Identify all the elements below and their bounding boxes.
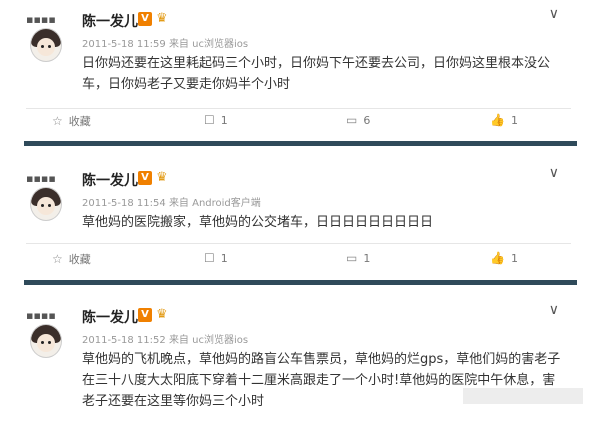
crown-icon: ♛	[156, 11, 168, 26]
post-source: 来自 uc浏览器ios	[168, 39, 249, 50]
comment-icon: ▭	[346, 113, 358, 127]
repost-icon: ☐	[204, 251, 215, 265]
favorite-label: 收藏	[68, 115, 91, 128]
crown-icon: ♛	[156, 170, 168, 185]
repost-count: 1	[220, 114, 228, 127]
verified-badge-icon: V	[138, 12, 152, 26]
divider	[26, 243, 571, 244]
like-button[interactable]: 👍 1	[490, 251, 518, 265]
post-content: 草他妈的医院搬家，草他妈的公交堵车，日日日日日日日日日	[82, 215, 434, 230]
post-source: 来自 Android客户端	[168, 198, 261, 209]
weibo-post-3: ▪▪▪▪ 陈一发儿 V ♛ ∨ 2011-5-18 11:52 来自 uc浏览器…	[0, 296, 597, 446]
avatar-dots: ▪▪▪▪	[26, 13, 56, 26]
avatar[interactable]	[30, 324, 62, 358]
comment-button[interactable]: ▭ 1	[346, 251, 370, 265]
post-time[interactable]: 2011-5-18 11:54	[82, 198, 166, 209]
thumbs-up-icon: 👍	[490, 113, 505, 127]
thumbs-up-icon: 👍	[490, 251, 505, 265]
like-count: 1	[510, 114, 518, 127]
username[interactable]: 陈一发儿	[82, 11, 138, 31]
avatar-dots: ▪▪▪▪	[26, 172, 56, 185]
repost-button[interactable]: ☐ 1	[204, 113, 228, 127]
avatar-block: ▪▪▪▪	[26, 172, 76, 221]
post-separator	[24, 280, 577, 285]
avatar-dots: ▪▪▪▪	[26, 309, 56, 322]
chevron-down-icon[interactable]: ∨	[549, 302, 559, 318]
favorite-button[interactable]: ☆ 收藏	[52, 113, 91, 129]
post-meta: 2011-5-18 11:59 来自 uc浏览器ios	[82, 35, 248, 50]
favorite-button[interactable]: ☆ 收藏	[52, 251, 91, 267]
favorite-label: 收藏	[68, 253, 91, 266]
post-content: 日你妈还要在这里耗起码三个小时，日你妈下午还要去公司，日你妈这里根本没公车，日你…	[82, 56, 551, 92]
weibo-post-1: ▪▪▪▪ 陈一发儿 V ♛ ∨ 2011-5-18 11:59 来自 uc浏览器…	[0, 0, 597, 140]
post-time[interactable]: 2011-5-18 11:52	[82, 335, 166, 346]
chevron-down-icon[interactable]: ∨	[549, 165, 559, 181]
username[interactable]: 陈一发儿	[82, 307, 138, 327]
avatar-block: ▪▪▪▪	[26, 309, 76, 358]
action-bar: ☆ 收藏 ☐ 1 ▭ 6 👍 1	[0, 113, 597, 135]
crown-icon: ♛	[156, 307, 168, 322]
post-meta: 2011-5-18 11:52 来自 uc浏览器ios	[82, 331, 248, 346]
post-time[interactable]: 2011-5-18 11:59	[82, 39, 166, 50]
like-button[interactable]: 👍 1	[490, 113, 518, 127]
post-separator	[24, 141, 577, 146]
avatar[interactable]	[30, 187, 62, 221]
repost-count: 1	[220, 252, 228, 265]
like-count: 1	[510, 252, 518, 265]
repost-icon: ☐	[204, 113, 215, 127]
divider	[26, 108, 571, 109]
avatar-block: ▪▪▪▪	[26, 13, 76, 62]
weibo-post-2: ▪▪▪▪ 陈一发儿 V ♛ ∨ 2011-5-18 11:54 来自 Andro…	[0, 159, 597, 273]
verified-badge-icon: V	[138, 171, 152, 185]
watermark	[463, 388, 583, 404]
post-meta: 2011-5-18 11:54 来自 Android客户端	[82, 194, 261, 209]
comment-count: 6	[363, 114, 371, 127]
verified-badge-icon: V	[138, 308, 152, 322]
post-source: 来自 uc浏览器ios	[168, 335, 249, 346]
comment-icon: ▭	[346, 251, 358, 265]
chevron-down-icon[interactable]: ∨	[549, 6, 559, 22]
action-bar: ☆ 收藏 ☐ 1 ▭ 1 👍 1	[0, 251, 597, 273]
comment-button[interactable]: ▭ 6	[346, 113, 370, 127]
repost-button[interactable]: ☐ 1	[204, 251, 228, 265]
username[interactable]: 陈一发儿	[82, 170, 138, 190]
avatar[interactable]	[30, 28, 62, 62]
comment-count: 1	[363, 252, 371, 265]
star-icon: ☆	[52, 252, 63, 266]
star-icon: ☆	[52, 114, 63, 128]
